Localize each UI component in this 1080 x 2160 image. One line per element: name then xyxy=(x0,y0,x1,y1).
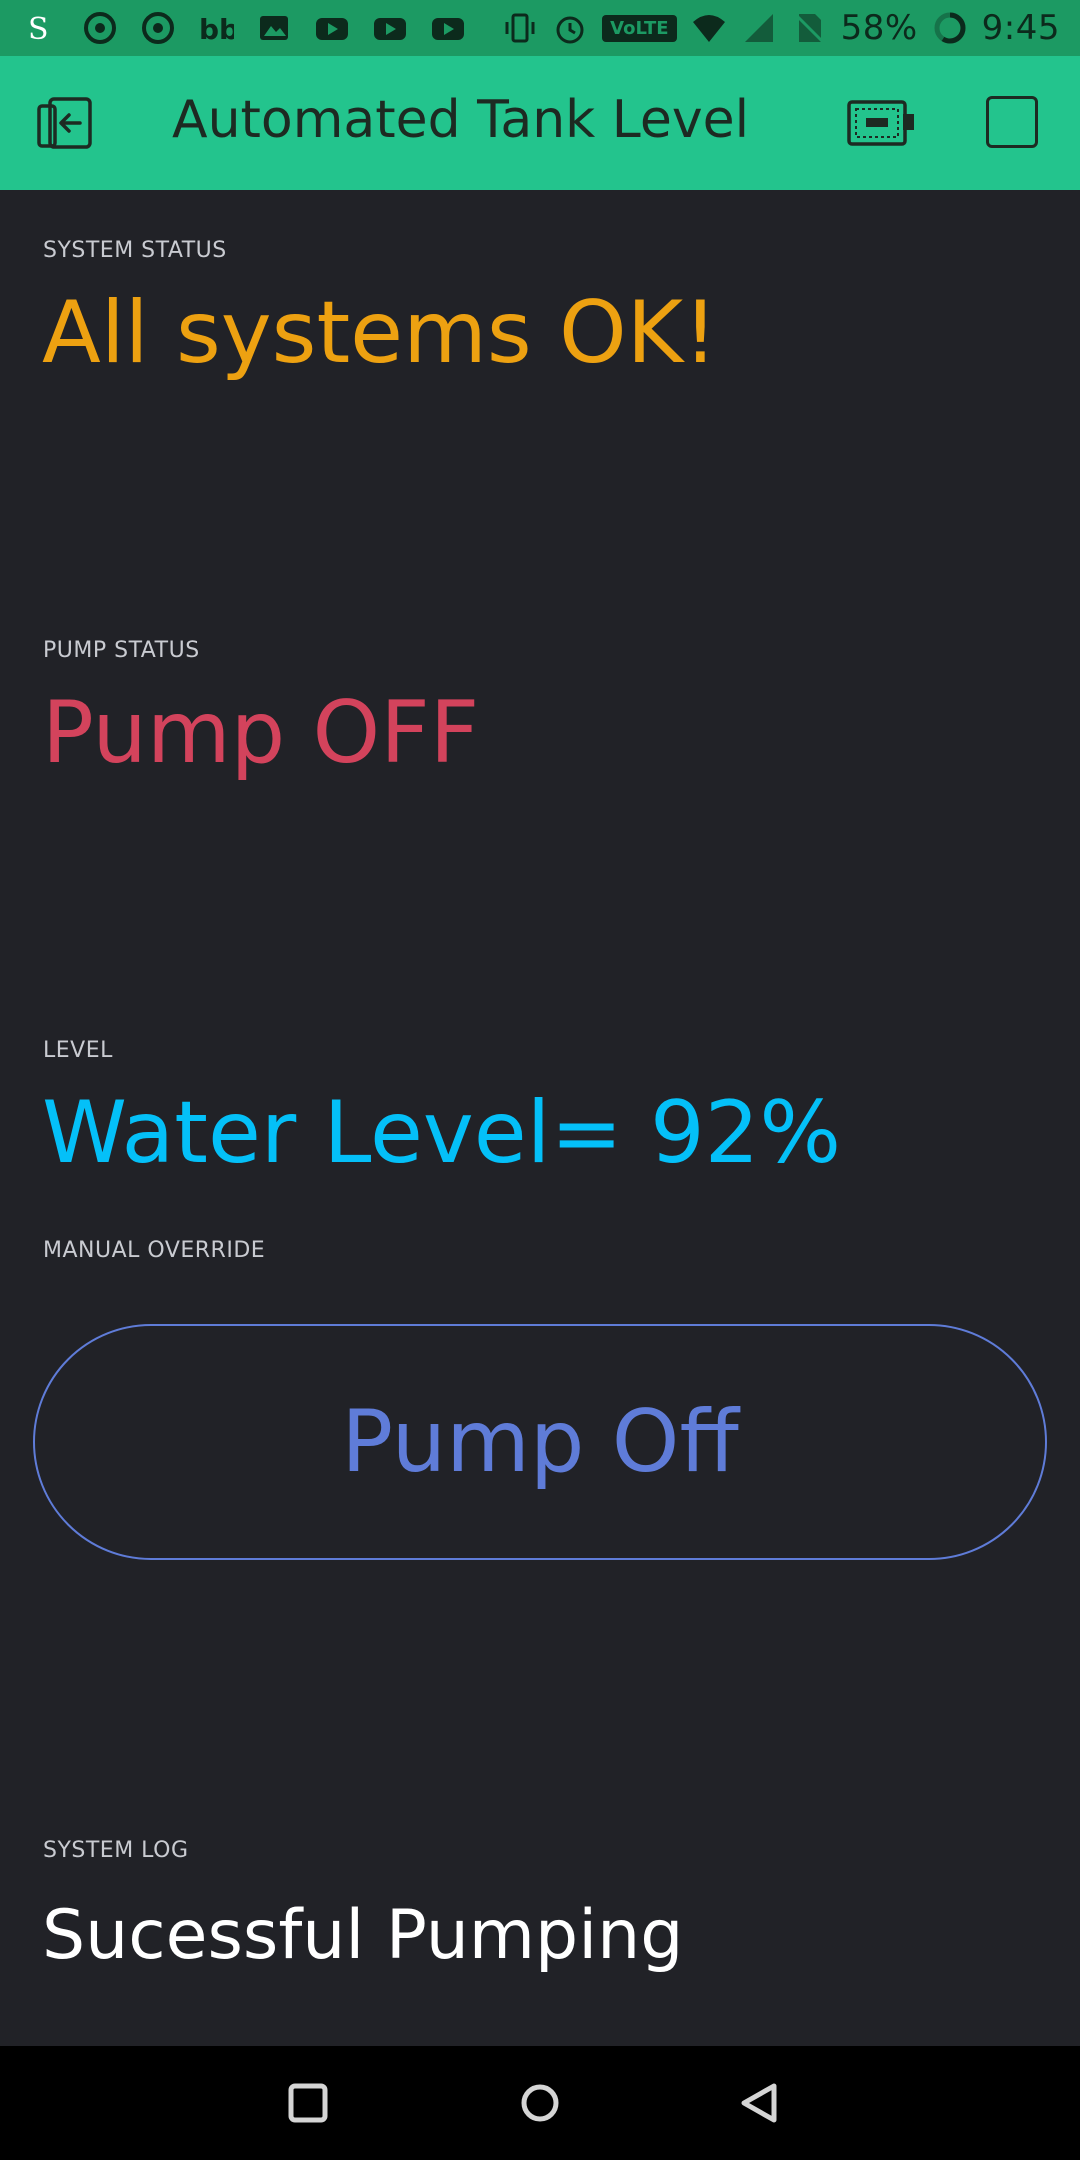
status-bar: S bb VoLTE 58% 9:45 xyxy=(0,0,1080,56)
chrome-icon xyxy=(82,10,118,46)
device-icon xyxy=(847,100,914,146)
battery-icon xyxy=(932,10,968,46)
recents-icon xyxy=(288,2083,328,2123)
system-status-label: SYSTEM STATUS xyxy=(43,238,227,263)
chrome-icon xyxy=(140,10,176,46)
s-app-icon: S xyxy=(24,10,60,46)
manual-override-label: MANUAL OVERRIDE xyxy=(43,1238,266,1263)
vibrate-icon xyxy=(502,10,538,46)
system-icons: VoLTE 58% 9:45 xyxy=(502,8,1080,48)
exit-icon xyxy=(37,97,92,149)
level-label: LEVEL xyxy=(43,1038,113,1063)
gallery-icon xyxy=(256,10,292,46)
pump-toggle-button[interactable]: Pump Off xyxy=(33,1324,1047,1560)
app-header: Automated Tank Level xyxy=(0,56,1080,190)
notification-icons: S bb xyxy=(0,10,466,46)
pump-status-value: Pump OFF xyxy=(42,683,480,783)
device-status-button[interactable] xyxy=(846,96,916,152)
recents-button[interactable] xyxy=(283,2078,333,2128)
pump-status-label: PUMP STATUS xyxy=(43,638,200,663)
back-icon xyxy=(741,2083,777,2123)
bb-icon: bb xyxy=(198,10,234,46)
play-stop-button[interactable] xyxy=(986,96,1038,148)
clock: 9:45 xyxy=(981,8,1060,48)
back-button[interactable] xyxy=(736,2078,786,2128)
system-log-value: Sucessful Pumping xyxy=(42,1896,684,1975)
youtube-icon xyxy=(430,10,466,46)
youtube-icon xyxy=(314,10,350,46)
page-title: Automated Tank Level xyxy=(172,90,750,150)
level-value: Water Level= 92% xyxy=(42,1083,842,1183)
svg-text:bb: bb xyxy=(199,13,234,46)
alarm-icon xyxy=(552,10,588,46)
navigation-bar xyxy=(0,2046,1080,2160)
no-sim-icon xyxy=(791,10,827,46)
signal-icon xyxy=(741,10,777,46)
system-status-value: All systems OK! xyxy=(42,283,718,383)
svg-text:S: S xyxy=(28,12,49,46)
exit-project-button[interactable] xyxy=(36,96,96,152)
battery-percent: 58% xyxy=(840,8,918,48)
system-log-label: SYSTEM LOG xyxy=(43,1838,189,1863)
volte-icon: VoLTE xyxy=(602,14,677,42)
home-icon xyxy=(521,2084,559,2122)
wifi-icon xyxy=(691,10,727,46)
home-button[interactable] xyxy=(515,2078,565,2128)
youtube-icon xyxy=(372,10,408,46)
